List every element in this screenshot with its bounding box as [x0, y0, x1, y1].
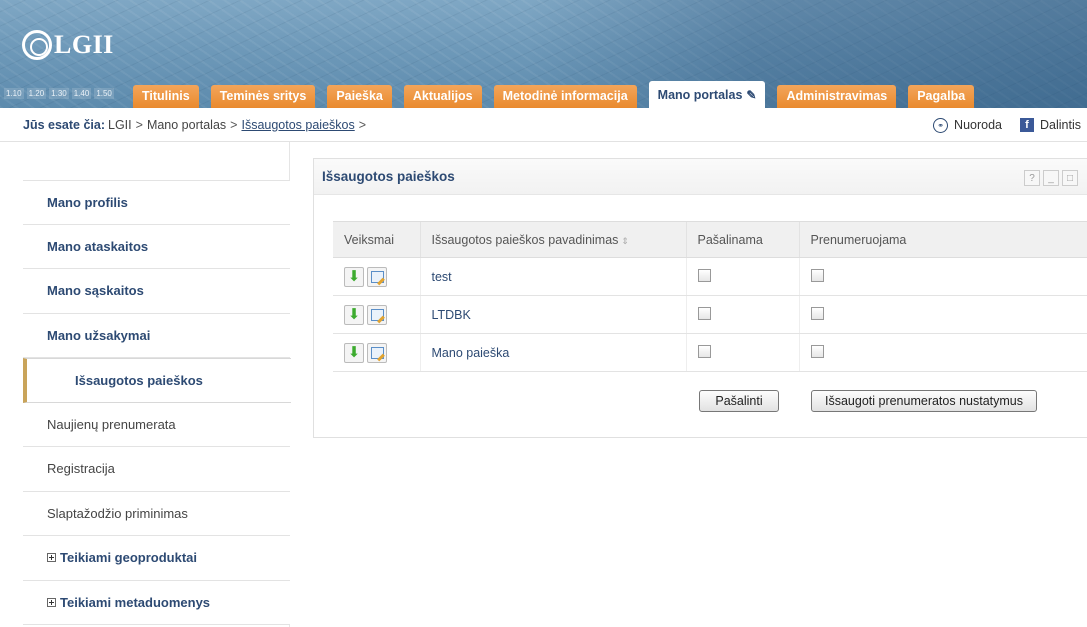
download-button[interactable]: ⬇: [344, 266, 364, 287]
sidebar-item-mano-profilis[interactable]: Mano profilis: [23, 180, 290, 225]
expand-plus-icon[interactable]: [47, 553, 56, 563]
maximize-icon[interactable]: □: [1062, 170, 1078, 186]
save-subscription-button[interactable]: Išsaugoti prenumeratos nustatymus: [811, 390, 1037, 412]
edit-icon: [370, 270, 384, 283]
remove-checkbox[interactable]: [697, 344, 711, 358]
breadcrumb-separator: >: [358, 117, 367, 132]
zoom-levels: 1.10 1.20 1.30 1.40 1.50: [4, 88, 114, 99]
tab-metodine-informacija[interactable]: Metodinė informacija: [493, 85, 637, 108]
zoom-level[interactable]: 1.40: [71, 88, 92, 99]
sidebar-item-mano-ataskaitos[interactable]: Mano ataskaitos: [23, 224, 290, 269]
portlet-controls: ? _ □: [1024, 170, 1078, 186]
subscribe-checkbox[interactable]: [810, 268, 824, 282]
download-button[interactable]: ⬇: [344, 304, 364, 325]
tab-administravimas[interactable]: Administravimas: [777, 85, 897, 108]
saved-searches-portlet: Išsaugotos paieškos ? _ □ Veiksmai Išsau…: [313, 158, 1087, 438]
subscribe-cell: [798, 295, 1087, 334]
column-header-label: Išsaugotos paieškos pavadinimas: [431, 232, 619, 247]
sidebar-item-issaugotos-paieskos[interactable]: Išsaugotos paieškos: [23, 358, 291, 403]
sidebar-item-mano-saskaitos[interactable]: Mano sąskaitos: [23, 269, 290, 314]
column-header-name[interactable]: Išsaugotos paieškos pavadinimas ⇕: [419, 221, 686, 258]
tab-aktualijos[interactable]: Aktualijos: [403, 85, 482, 108]
sidebar-item-label: Teikiami metaduomenys: [60, 594, 211, 610]
down-arrow-icon: ⬇: [347, 306, 361, 323]
breadcrumb-item-lgii[interactable]: LGII: [108, 118, 132, 132]
link-label[interactable]: Nuoroda: [954, 118, 1002, 132]
sidebar-item-naujienu-prenumerata[interactable]: Naujienų prenumerata: [23, 402, 290, 447]
subscribe-cell: [798, 257, 1087, 296]
search-name[interactable]: LTDBK: [419, 295, 686, 334]
breadcrumb-actions: ⚭ Nuoroda f Dalintis: [933, 108, 1081, 142]
edit-button[interactable]: [367, 304, 387, 325]
help-icon[interactable]: ?: [1024, 170, 1040, 186]
edit-button[interactable]: [367, 342, 387, 363]
breadcrumb-item-mano-portalas[interactable]: Mano portalas: [147, 118, 226, 132]
saved-searches-table: Veiksmai Išsaugotos paieškos pavadinimas…: [333, 221, 1087, 372]
search-name[interactable]: test: [419, 257, 686, 296]
table-row: ⬇ Mano paieška: [333, 333, 1087, 372]
breadcrumb: Jūs esate čia: LGII > Mano portalas > Iš…: [0, 108, 1087, 142]
breadcrumb-separator: >: [230, 117, 238, 132]
breadcrumb-item-current[interactable]: Išsaugotos paieškos: [241, 118, 354, 132]
pencil-icon[interactable]: ✎: [746, 81, 756, 108]
sidebar-item-teikiami-metaduomenys[interactable]: Teikiami metaduomenys: [23, 580, 290, 625]
download-button[interactable]: ⬇: [344, 342, 364, 363]
row-actions: ⬇: [333, 295, 420, 334]
sidebar-item-registracija[interactable]: Registracija: [23, 447, 290, 492]
portlet-title: Išsaugotos paieškos: [314, 159, 1087, 195]
sort-icon[interactable]: ⇕: [621, 236, 629, 246]
logo-text: LGII: [54, 30, 114, 59]
search-name[interactable]: Mano paieška: [419, 333, 686, 372]
zoom-level[interactable]: 1.10: [4, 88, 24, 99]
site-header: LGII 1.10 1.20 1.30 1.40 1.50 Titulinis …: [0, 0, 1087, 108]
breadcrumb-label: Jūs esate čia:: [23, 117, 105, 132]
tab-pagalba[interactable]: Pagalba: [908, 85, 975, 108]
down-arrow-icon: ⬇: [347, 268, 361, 285]
table-row: ⬇ LTDBK: [333, 295, 1087, 334]
remove-cell: [685, 333, 799, 372]
remove-checkbox[interactable]: [697, 268, 711, 282]
tab-temines-sritys[interactable]: Teminės sritys: [210, 85, 316, 108]
logo-ring-icon: [22, 30, 52, 60]
edit-icon: [370, 346, 384, 359]
share-label[interactable]: Dalintis: [1040, 118, 1081, 132]
tab-label: Mano portalas: [657, 88, 743, 102]
edit-button[interactable]: [367, 266, 387, 287]
sidebar: Mano profilis Mano ataskaitos Mano sąska…: [23, 180, 291, 625]
sidebar-item-teikiami-geoproduktai[interactable]: Teikiami geoproduktai: [23, 536, 290, 581]
zoom-level[interactable]: 1.50: [94, 88, 114, 99]
minimize-icon[interactable]: _: [1043, 170, 1059, 186]
tab-titulinis[interactable]: Titulinis: [133, 85, 199, 108]
facebook-icon[interactable]: f: [1020, 118, 1034, 132]
tab-mano-portalas[interactable]: Mano portalas ✎: [648, 81, 766, 108]
down-arrow-icon: ⬇: [347, 344, 361, 361]
subscribe-cell: [798, 333, 1087, 372]
column-header-actions: Veiksmai: [333, 221, 420, 258]
link-icon[interactable]: ⚭: [933, 117, 949, 133]
sidebar-item-mano-uzsakymai[interactable]: Mano užsakymai: [23, 313, 290, 358]
tab-paieska[interactable]: Paieška: [327, 85, 392, 108]
remove-checkbox[interactable]: [697, 306, 711, 320]
subscribe-checkbox[interactable]: [810, 344, 824, 358]
expand-plus-icon[interactable]: [47, 597, 56, 607]
main-tabs: Titulinis Teminės sritys Paieška Aktuali…: [133, 80, 986, 108]
sidebar-item-slaptazodzio-priminimas[interactable]: Slaptažodžio priminimas: [23, 491, 290, 536]
sidebar-item-label: Teikiami geoproduktai: [60, 550, 198, 566]
remove-cell: [685, 295, 799, 334]
zoom-level[interactable]: 1.30: [49, 88, 69, 99]
table-row: ⬇ test: [333, 257, 1087, 296]
column-header-subscribe: Prenumeruojama: [798, 221, 1087, 258]
edit-icon: [370, 308, 384, 321]
table-header-row: Veiksmai Išsaugotos paieškos pavadinimas…: [333, 221, 1087, 258]
row-actions: ⬇: [333, 333, 420, 372]
zoom-level[interactable]: 1.20: [26, 88, 47, 99]
row-actions: ⬇: [333, 257, 420, 296]
remove-cell: [685, 257, 799, 296]
site-logo[interactable]: LGII: [22, 28, 114, 62]
breadcrumb-separator: >: [135, 117, 143, 132]
column-header-remove: Pašalinama: [685, 221, 799, 258]
remove-button[interactable]: Pašalinti: [699, 390, 779, 412]
subscribe-checkbox[interactable]: [810, 306, 824, 320]
